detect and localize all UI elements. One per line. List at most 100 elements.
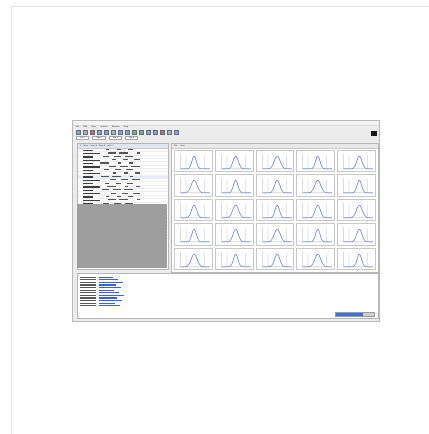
mini-plot-curve — [302, 253, 333, 267]
fit-icon[interactable] — [146, 130, 151, 135]
chart-icon[interactable] — [153, 130, 158, 135]
zoom-in-icon[interactable] — [132, 130, 137, 135]
row-value-text — [130, 175, 133, 178]
mini-plot-chart — [343, 202, 374, 218]
log-link[interactable] — [99, 299, 122, 302]
log-link[interactable] — [99, 292, 119, 294]
paste-icon[interactable] — [125, 130, 130, 135]
redo-icon[interactable] — [104, 130, 109, 135]
mini-plot[interactable] — [296, 150, 336, 173]
mini-plot-curve — [302, 180, 333, 194]
mini-plot-chart — [261, 226, 292, 243]
row-value — [104, 152, 116, 154]
mini-plot[interactable] — [255, 150, 295, 173]
menu-help[interactable]: Help — [124, 126, 129, 129]
log-link[interactable] — [99, 279, 118, 281]
tab-2[interactable]: Tab 2 — [92, 136, 106, 140]
mini-plot[interactable] — [337, 223, 376, 246]
row-value-text — [119, 199, 128, 201]
col-header-b[interactable]: Value B — [99, 145, 105, 147]
run-icon[interactable] — [160, 130, 165, 135]
plot-tab-view[interactable]: View — [180, 145, 184, 147]
print-icon[interactable] — [90, 130, 95, 135]
col-header-name[interactable]: Name — [83, 145, 88, 147]
mini-plot-chart — [302, 153, 333, 170]
row-name — [83, 162, 93, 165]
zoom-out-icon[interactable] — [139, 130, 144, 135]
row-value-text — [128, 149, 133, 151]
mini-plot[interactable] — [255, 223, 295, 246]
mini-plot-reference-lines — [267, 252, 287, 267]
mini-plot-curve — [302, 229, 333, 243]
mini-plot[interactable] — [174, 198, 213, 222]
mini-plot-chart — [221, 177, 251, 194]
mini-plot[interactable] — [337, 198, 376, 222]
menu-options[interactable]: Options — [100, 126, 108, 129]
menu-window[interactable]: Window — [112, 126, 120, 129]
menu-file[interactable]: File — [76, 126, 79, 129]
mini-plot[interactable] — [214, 198, 254, 222]
log-link[interactable] — [99, 294, 124, 296]
undo-icon[interactable] — [97, 130, 102, 135]
log-link[interactable] — [99, 276, 113, 278]
row-name — [83, 182, 93, 185]
row-value — [128, 152, 140, 154]
mini-plot[interactable] — [174, 247, 213, 270]
mini-plot[interactable] — [174, 150, 213, 173]
log-link[interactable] — [99, 289, 114, 291]
row-value-text — [134, 159, 140, 161]
log-timestamp — [80, 305, 96, 307]
mini-plot[interactable] — [174, 174, 213, 197]
col-header-a[interactable]: Value A — [90, 145, 96, 147]
save-icon[interactable] — [83, 130, 88, 135]
mini-plot[interactable] — [255, 198, 295, 222]
mini-plot-chart — [180, 226, 210, 243]
filter-icon[interactable] — [174, 130, 179, 135]
menu-view[interactable]: View — [91, 126, 96, 129]
row-value — [104, 192, 116, 195]
mini-plot-reference-lines — [226, 179, 246, 194]
mini-plot[interactable] — [174, 223, 213, 246]
col-header-c[interactable]: Value C — [107, 145, 113, 147]
log-link[interactable] — [99, 281, 123, 283]
mini-plot-curve — [180, 228, 210, 243]
row-value — [128, 199, 140, 201]
mini-plot-axes — [343, 251, 374, 267]
log-link[interactable] — [99, 305, 120, 307]
plot-tab-plot[interactable]: Plot — [174, 145, 177, 147]
mini-plot[interactable] — [337, 150, 376, 173]
stop-icon[interactable] — [167, 130, 172, 135]
log-link[interactable] — [99, 286, 121, 289]
open-icon[interactable] — [76, 130, 81, 135]
col-header-index[interactable]: # — [80, 145, 81, 147]
mini-plot[interactable] — [296, 223, 336, 246]
mini-plot-axes — [302, 226, 333, 243]
mini-plot[interactable] — [296, 198, 336, 222]
mini-plot-reference-lines — [226, 228, 246, 243]
tab-4[interactable]: Tab 4 — [124, 136, 139, 140]
mini-plot[interactable] — [255, 174, 295, 197]
log-link[interactable] — [99, 297, 117, 299]
mini-plot[interactable] — [296, 247, 336, 270]
mini-plot-chart — [261, 153, 292, 170]
mini-plot-axes — [221, 226, 251, 243]
mini-plot[interactable] — [214, 223, 254, 246]
menu-edit[interactable]: Edit — [83, 126, 87, 129]
log-link[interactable] — [99, 284, 116, 286]
log-line — [80, 305, 120, 307]
mini-plot[interactable] — [214, 174, 254, 197]
mini-plot[interactable] — [337, 174, 376, 197]
tab-1[interactable]: Tab 1 — [76, 136, 90, 140]
row-name — [83, 172, 100, 175]
cut-icon[interactable] — [111, 130, 116, 135]
log-link[interactable] — [99, 302, 115, 304]
mini-plot[interactable] — [255, 247, 295, 270]
app-window: File Edit View Options Window Help Tab 1… — [72, 120, 380, 322]
row-value — [97, 189, 109, 191]
tab-3[interactable]: Tab 3 — [108, 136, 122, 140]
mini-plot[interactable] — [214, 150, 254, 173]
copy-icon[interactable] — [118, 130, 123, 135]
mini-plot[interactable] — [214, 247, 254, 270]
mini-plot[interactable] — [296, 174, 336, 197]
mini-plot[interactable] — [337, 247, 376, 270]
